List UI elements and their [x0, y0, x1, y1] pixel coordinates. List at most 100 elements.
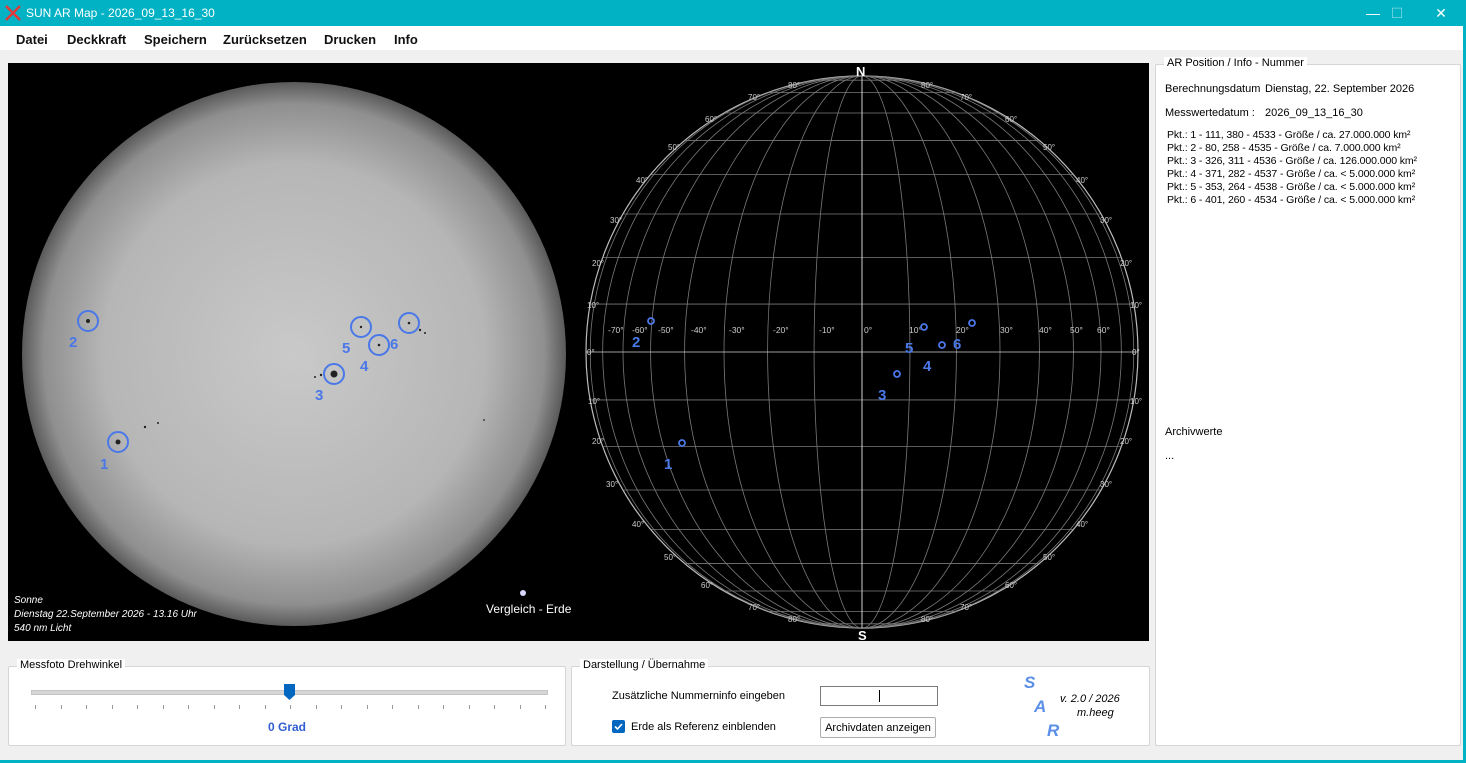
grid-north-label: N: [856, 64, 865, 79]
point-info-2: Pkt.: 2 - 80, 258 - 4535 - Größe / ca. 7…: [1167, 142, 1401, 154]
display-legend: Darstellung / Übernahme: [580, 659, 709, 671]
grid-south-label: S: [858, 628, 867, 641]
lon-label: -20°: [773, 325, 789, 335]
lat-label: 10°: [587, 301, 599, 310]
lat-label: 20°: [1120, 437, 1132, 446]
lon-label: 0°: [864, 325, 872, 335]
sun-visualization: 1 2 3 4 5 6 Sonne Dienstag 22.September …: [14, 64, 1142, 641]
lat-label: 40°: [636, 176, 648, 185]
compare-earth-label: Vergleich - Erde: [486, 602, 572, 616]
lat-label: 10°: [1130, 301, 1142, 310]
title-bar: SUN AR Map - 2026_09_13_16_30 — ☐ ✕: [0, 0, 1466, 26]
slider-tick: [213, 705, 215, 709]
lat-label: 30°: [1100, 480, 1112, 489]
archive-value: ...: [1165, 450, 1175, 462]
menu-speichern[interactable]: Speichern: [144, 32, 207, 47]
meas-date-label: Messwertedatum :: [1165, 107, 1255, 119]
checkmark-icon: [614, 723, 623, 731]
slider-tick: [162, 705, 164, 709]
grid-point-3: 3: [878, 387, 886, 404]
lat-label: 70°: [960, 603, 972, 612]
point-info-4: Pkt.: 4 - 371, 282 - 4537 - Größe / ca. …: [1167, 168, 1416, 180]
logo-letter-s: S: [1024, 673, 1036, 692]
lat-label: 10°: [588, 397, 600, 406]
lat-label: 20°: [1120, 259, 1132, 268]
lat-label: 70°: [748, 93, 760, 102]
caption-date: Dienstag 22.September 2026 - 13.16 Uhr: [14, 609, 198, 620]
lat-label: 50°: [664, 553, 676, 562]
slider-tick: [290, 705, 291, 709]
lon-label: 60°: [1097, 325, 1110, 335]
sun-disk: [22, 82, 566, 626]
archive-label: Archivwerte: [1165, 426, 1223, 438]
photo-marker-6: 6: [390, 336, 398, 353]
slider-tick: [417, 705, 419, 709]
lat-label: 20°: [592, 259, 604, 268]
caption-title: Sonne: [14, 595, 43, 606]
earth-reference-label[interactable]: Erde als Referenz einblenden: [631, 721, 776, 733]
maximize-button[interactable]: ☐: [1374, 0, 1420, 26]
sun-image-panel[interactable]: 1 2 3 4 5 6 Sonne Dienstag 22.September …: [8, 63, 1149, 641]
lon-label: 10°: [909, 325, 922, 335]
ar-info-panel: AR Position / Info - Nummer Berechnungsd…: [1155, 57, 1461, 746]
grid-point-6: 6: [953, 336, 961, 353]
menu-deckkraft[interactable]: Deckkraft: [67, 32, 126, 47]
grid-point-1: 1: [664, 456, 672, 473]
rotation-slider-thumb[interactable]: [283, 684, 295, 700]
photo-marker-4: 4: [360, 358, 369, 375]
info-panel-legend: AR Position / Info - Nummer: [1164, 57, 1307, 69]
slider-tick: [188, 705, 189, 709]
display-group: Darstellung / Übernahme Zusätzliche Numm…: [571, 659, 1150, 746]
slider-tick: [60, 705, 62, 709]
show-archive-button[interactable]: Archivdaten anzeigen: [820, 717, 936, 738]
lat-label: 80°: [921, 615, 933, 624]
author-label: m.heeg: [1077, 707, 1114, 719]
heliographic-grid: [585, 75, 1139, 629]
slider-tick: [264, 705, 266, 709]
logo-letter-r: R: [1047, 721, 1060, 740]
menu-zuruecksetzen[interactable]: Zurücksetzen: [223, 32, 307, 47]
slider-tick: [111, 705, 113, 709]
slider-tick: [519, 705, 521, 709]
close-button[interactable]: ✕: [1418, 0, 1464, 26]
lat-label: 60°: [1005, 581, 1017, 590]
lon-label: -10°: [819, 325, 835, 335]
menu-info[interactable]: Info: [394, 32, 418, 47]
rotation-value: 0 Grad: [267, 720, 306, 734]
calc-date-value: Dienstag, 22. September 2026: [1265, 83, 1415, 95]
rotation-group: Messfoto Drehwinkel 0 Grad: [8, 659, 566, 746]
photo-marker-1: 1: [100, 456, 108, 473]
app-x-icon: [5, 5, 21, 21]
lat-label: 40°: [1076, 520, 1088, 529]
caption-light: 540 nm Licht: [14, 623, 72, 634]
lat-label: 30°: [606, 480, 618, 489]
point-info-1: Pkt.: 1 - 111, 380 - 4533 - Größe / ca. …: [1167, 129, 1411, 141]
point-info-6: Pkt.: 6 - 401, 260 - 4534 - Größe / ca. …: [1167, 194, 1416, 206]
lat-label: 50°: [1043, 143, 1055, 152]
photo-marker-2: 2: [69, 334, 77, 351]
extra-info-label: Zusätzliche Nummerninfo eingeben: [612, 690, 786, 702]
lat-label: 30°: [1100, 216, 1112, 225]
grid-point-2: 2: [632, 334, 640, 351]
lat-label: 60°: [705, 115, 717, 124]
slider-tick: [86, 705, 87, 709]
grid-point-4: 4: [923, 358, 932, 375]
menu-drucken[interactable]: Drucken: [324, 32, 376, 47]
slider-tick: [443, 705, 444, 709]
lat-label: 20°: [592, 437, 604, 446]
lat-label: 50°: [1043, 553, 1055, 562]
slider-tick: [366, 705, 368, 709]
lat-label: 40°: [1076, 176, 1088, 185]
lon-label: 20°: [956, 325, 969, 335]
lon-label: -70°: [608, 325, 624, 335]
lat-label: 60°: [701, 581, 713, 590]
point-info-3: Pkt.: 3 - 326, 311 - 4536 - Größe / ca. …: [1167, 155, 1417, 167]
menu-datei[interactable]: Datei: [16, 32, 48, 47]
extra-info-input[interactable]: [820, 686, 938, 706]
slider-tick: [468, 705, 470, 709]
lon-label: 30°: [1000, 325, 1013, 335]
lon-label: -30°: [729, 325, 745, 335]
slider-tick: [315, 705, 317, 709]
lon-label: 40°: [1039, 325, 1052, 335]
earth-reference-checkbox[interactable]: [612, 720, 625, 733]
